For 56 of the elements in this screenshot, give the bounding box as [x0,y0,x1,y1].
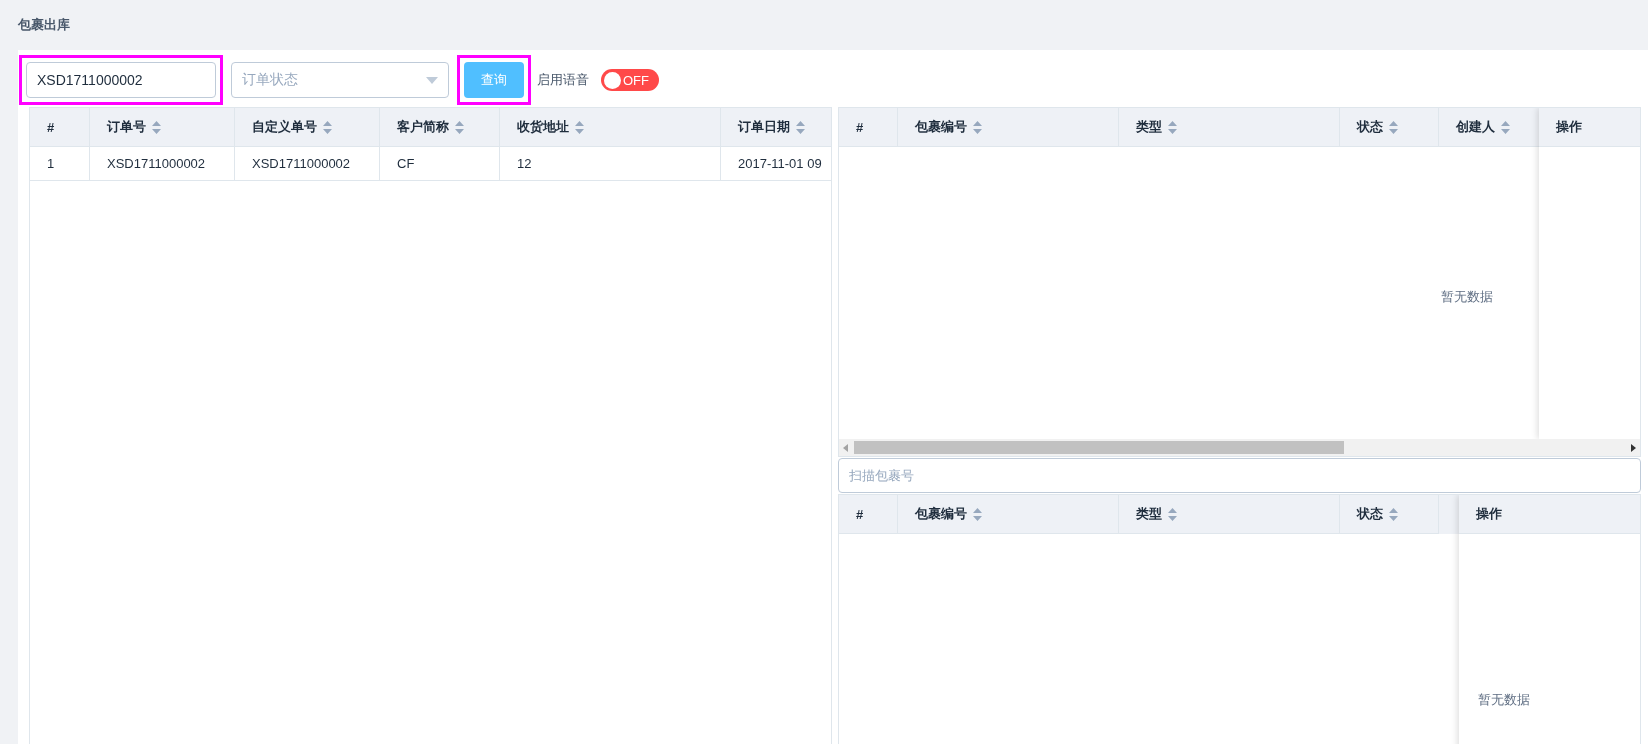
sort-icon[interactable] [973,120,982,134]
column-title: 类型 [1136,505,1162,523]
table-cell: XSD1711000002 [235,147,380,181]
column-title: 状态 [1357,118,1383,136]
table-cell: 1 [30,147,90,181]
column-title: 订单日期 [738,118,790,136]
table-cell: XSD1711000002 [90,147,235,181]
table-cell: 12 [500,147,721,181]
column-title: 客户简称 [397,118,449,136]
column-title: 创建人 [1456,118,1495,136]
column-title: 状态 [1357,505,1383,523]
sort-icon[interactable] [323,120,332,134]
page-title: 包裹出库 [18,16,70,34]
column-header[interactable]: 类型 [1119,108,1340,147]
horizontal-scrollbar[interactable] [839,439,1640,456]
caret-icon [426,76,438,84]
column-title: 自定义单号 [252,118,317,136]
column-header[interactable]: 包裹编号 [898,108,1119,147]
column-title: 收货地址 [517,118,569,136]
column-header[interactable]: 自定义单号 [235,108,380,147]
column-header[interactable]: 客户简称 [380,108,500,147]
column-header[interactable]: 状态 [1340,108,1439,147]
sort-icon[interactable] [1168,507,1177,521]
column-title: 操作 [1476,505,1502,523]
sort-icon[interactable] [1501,120,1510,134]
column-header[interactable]: 类型 [1119,495,1340,534]
scan-package-field[interactable]: 扫描包裹号 [838,458,1641,493]
scroll-right-icon[interactable] [1631,443,1636,452]
column-title: 包裹编号 [915,505,967,523]
column-title: 操作 [1556,118,1582,136]
sort-icon[interactable] [455,120,464,134]
empty-text: 暂无数据 [1478,691,1530,709]
column-title: # [856,506,864,522]
sort-icon[interactable] [575,120,584,134]
column-title: 订单号 [107,118,146,136]
table-row[interactable]: 1 XSD1711000002 XSD1711000002 CF 12 2017-11-01 09 [30,147,831,181]
column-title: # [856,119,864,135]
column-header[interactable]: 收货地址 [500,108,721,147]
sort-icon[interactable] [1389,120,1398,134]
table-cell: CF [380,147,500,181]
column-title: 包裹编号 [915,118,967,136]
column-title: 类型 [1136,118,1162,136]
empty-text: 暂无数据 [1441,288,1493,306]
voice-label: 启用语音 [537,71,589,89]
sort-icon[interactable] [1389,507,1398,521]
column-title: # [47,119,55,135]
sort-icon[interactable] [152,120,161,134]
scroll-thumb[interactable] [854,441,1344,454]
sort-icon[interactable] [796,120,805,134]
column-header[interactable]: 状态 [1340,495,1439,534]
column-header[interactable]: 包裹编号 [898,495,1119,534]
column-header[interactable]: 订单号 [90,108,235,147]
order-number-field[interactable]: XSD1711000002 [26,62,216,98]
sort-icon[interactable] [973,507,982,521]
scroll-left-icon[interactable] [843,443,848,452]
sort-icon[interactable] [1168,120,1177,134]
